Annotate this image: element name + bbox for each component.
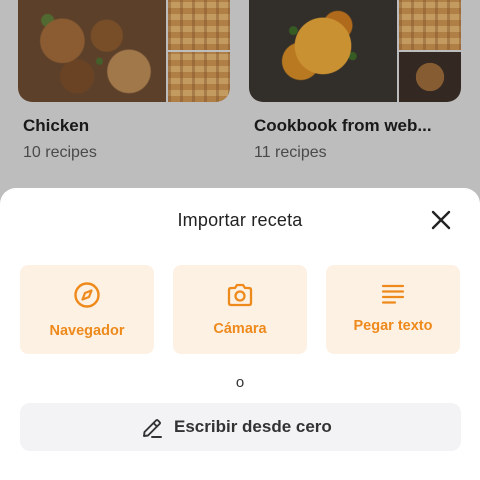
paste-text-option-label: Pegar texto [353, 318, 433, 334]
write-from-scratch-button[interactable]: Escribir desde cero [20, 403, 461, 451]
camera-option-label: Cámara [213, 321, 267, 337]
import-recipe-sheet: Importar receta Navegador Cámara Pegar t [0, 188, 480, 480]
camera-icon [227, 283, 253, 307]
or-separator: o [235, 374, 245, 391]
compass-icon [74, 282, 100, 308]
close-icon [431, 210, 451, 230]
paste-text-option-button[interactable]: Pegar texto [326, 265, 460, 354]
import-options: Navegador Cámara Pegar texto [20, 265, 461, 354]
camera-option-button[interactable]: Cámara [173, 265, 307, 354]
sheet-title: Importar receta [177, 210, 303, 230]
text-lines-icon [381, 284, 405, 304]
browser-option-button[interactable]: Navegador [20, 265, 154, 354]
write-from-scratch-label: Escribir desde cero [174, 417, 332, 436]
pencil-icon [143, 419, 162, 438]
browser-option-label: Navegador [49, 323, 125, 339]
close-button[interactable] [429, 208, 453, 232]
